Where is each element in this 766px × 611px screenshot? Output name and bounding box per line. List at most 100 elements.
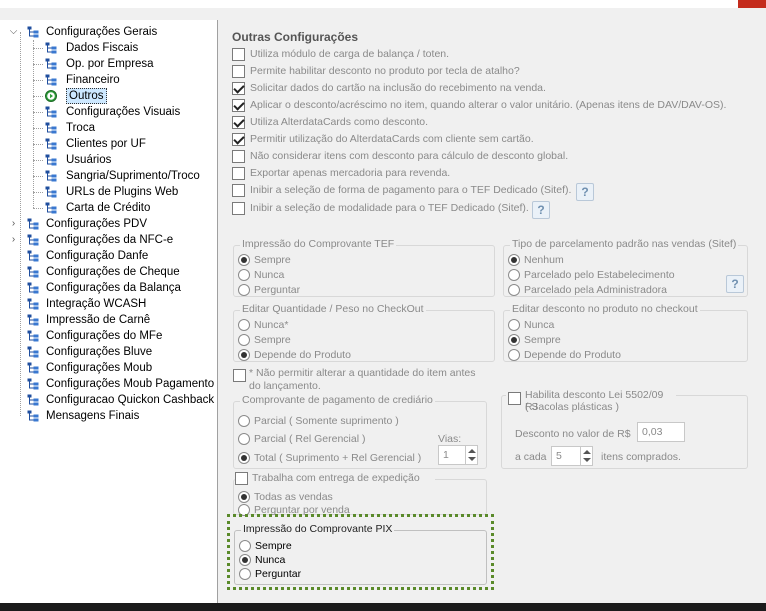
settings-tree[interactable]: ⌵ Configurações Gerais Dados Fiscais Op. po… (0, 20, 218, 603)
outros-panel: Outras Configurações Utiliza módulo de c… (219, 20, 766, 603)
radio-label: Perguntar (254, 284, 301, 296)
checkbox-box[interactable] (232, 99, 245, 112)
tree-item[interactable]: Mensagens Finais (0, 408, 218, 424)
tree-icon (27, 298, 39, 310)
radio-button[interactable] (508, 334, 520, 346)
tree-icon (45, 58, 57, 70)
tree-item[interactable]: Carta de Crédito (0, 200, 218, 216)
checkbox-box[interactable] (232, 202, 245, 215)
checkbox-label: Permitir utilização do AlterdataCards co… (250, 133, 534, 145)
tree-item[interactable]: Configurações Visuais (0, 104, 218, 120)
radio-button[interactable] (508, 319, 520, 331)
checkbox-box[interactable] (232, 82, 245, 95)
help-icon-payment[interactable]: ? (576, 183, 594, 201)
tree-item[interactable]: Troca (0, 120, 218, 136)
tree-item[interactable]: Op. por Empresa (0, 56, 218, 72)
tree-item[interactable]: Configurações Bluve (0, 344, 218, 360)
each-spin-buttons[interactable] (580, 446, 592, 466)
checkbox-box[interactable] (232, 133, 245, 146)
window-bottom-edge (0, 603, 766, 611)
chevron-right-icon[interactable]: › (9, 216, 18, 232)
tree-item[interactable]: Configurações da Balança (0, 280, 218, 296)
radio-button[interactable] (238, 433, 250, 445)
checkbox-box[interactable] (232, 65, 245, 78)
vias-label: Vias: (438, 433, 462, 445)
tree-item[interactable]: Configuracao Quickon Cashback (0, 392, 218, 408)
chevron-right-icon[interactable]: › (9, 232, 18, 248)
checkbox-box[interactable] (232, 150, 245, 163)
tree-item[interactable]: ⌵ Configurações Gerais (0, 24, 218, 40)
radio-button[interactable] (238, 452, 250, 464)
each-stepper[interactable]: 5 (551, 446, 593, 466)
radio-button[interactable] (238, 349, 250, 361)
tree-item[interactable]: Sangria/Suprimento/Troco (0, 168, 218, 184)
vias-spin-buttons[interactable] (465, 445, 477, 465)
tree-icon (27, 394, 39, 406)
close-button-edge[interactable] (738, 0, 766, 8)
tree-icon (27, 346, 39, 358)
tree-item[interactable]: Impressão de Carnê (0, 312, 218, 328)
discount-value-label: Desconto no valor de R$ (515, 428, 631, 440)
radio-button[interactable] (238, 254, 250, 266)
tree-item-label: Configuração Danfe (46, 250, 149, 262)
tree-item[interactable]: Integração WCASH (0, 296, 218, 312)
radio-label: Nunca (255, 554, 286, 566)
vias-stepper[interactable]: 1 (438, 445, 478, 465)
radio-button[interactable] (508, 269, 520, 281)
checkbox-box[interactable] (232, 184, 245, 197)
delivery-checkbox[interactable] (235, 472, 248, 485)
help-icon-modality[interactable]: ? (532, 201, 550, 219)
no-qty-change-checkbox[interactable] (233, 369, 246, 382)
radio-button[interactable] (238, 415, 250, 427)
tree-item[interactable]: Configurações do MFe (0, 328, 218, 344)
radio-button[interactable] (239, 568, 251, 580)
tree-item[interactable]: URLs de Plugins Web (0, 184, 218, 200)
radio-button[interactable] (238, 284, 250, 296)
radio-label: Parcial ( Somente suprimento ) (254, 415, 399, 427)
tree-item[interactable]: Configurações de Cheque (0, 264, 218, 280)
each-value: 5 (556, 450, 562, 462)
help-icon-installment[interactable]: ? (726, 275, 744, 293)
checkbox-box[interactable] (232, 116, 245, 129)
credit-receipt-title: Comprovante de pagamento de crediário (240, 394, 435, 406)
tree-item[interactable]: › Configurações PDV (0, 216, 218, 232)
edit-qty-title: Editar Quantidade / Peso no CheckOut (240, 303, 426, 315)
tree-icon (45, 154, 57, 166)
tree-icon (27, 410, 39, 422)
tree-item[interactable]: Financeiro (0, 72, 218, 88)
tree-item[interactable]: Dados Fiscais (0, 40, 218, 56)
tree-item-label: Configurações Bluve (46, 346, 153, 358)
checkbox-label: Não considerar itens com desconto para c… (250, 150, 569, 162)
chevron-down-icon[interactable]: ⌵ (9, 24, 18, 40)
tree-item[interactable]: Usuários (0, 152, 218, 168)
checkbox-label: Exportar apenas mercadoria para revenda. (250, 167, 451, 179)
tree-item-label: Mensagens Finais (46, 410, 140, 422)
radio-button[interactable] (508, 284, 520, 296)
tree-item[interactable]: › Configurações da NFC-e (0, 232, 218, 248)
checkbox-label: Inibir a seleção de forma de pagamento p… (250, 184, 572, 196)
checkbox-box[interactable] (232, 48, 245, 61)
tree-item-label: Configurações do MFe (46, 330, 163, 342)
tree-item[interactable]: Configurações Moub (0, 360, 218, 376)
radio-button[interactable] (238, 491, 250, 503)
tree-item[interactable]: Configuração Danfe (0, 248, 218, 264)
radio-button[interactable] (508, 254, 520, 266)
tree-item[interactable]: Clientes por UF (0, 136, 218, 152)
radio-label: Perguntar (255, 568, 302, 580)
radio-button[interactable] (239, 540, 251, 552)
radio-button[interactable] (508, 349, 520, 361)
tree-item[interactable]: Outros (0, 88, 218, 104)
discount-value-input[interactable]: 0,03 (637, 422, 685, 442)
checkbox-box[interactable] (232, 167, 245, 180)
tree-item-label: Integração WCASH (46, 298, 147, 310)
tree-item[interactable]: Configurações Moub Pagamento (0, 376, 218, 392)
radio-button[interactable] (238, 269, 250, 281)
items-label: itens comprados. (601, 451, 681, 463)
law-discount-checkbox[interactable] (508, 392, 521, 405)
radio-button[interactable] (239, 554, 251, 566)
pix-print-title: Impressão do Comprovante PIX (241, 523, 395, 535)
radio-label: Sempre (254, 254, 291, 266)
radio-button[interactable] (238, 319, 250, 331)
tree-item-label: Configurações da NFC-e (46, 234, 174, 246)
radio-button[interactable] (238, 334, 250, 346)
